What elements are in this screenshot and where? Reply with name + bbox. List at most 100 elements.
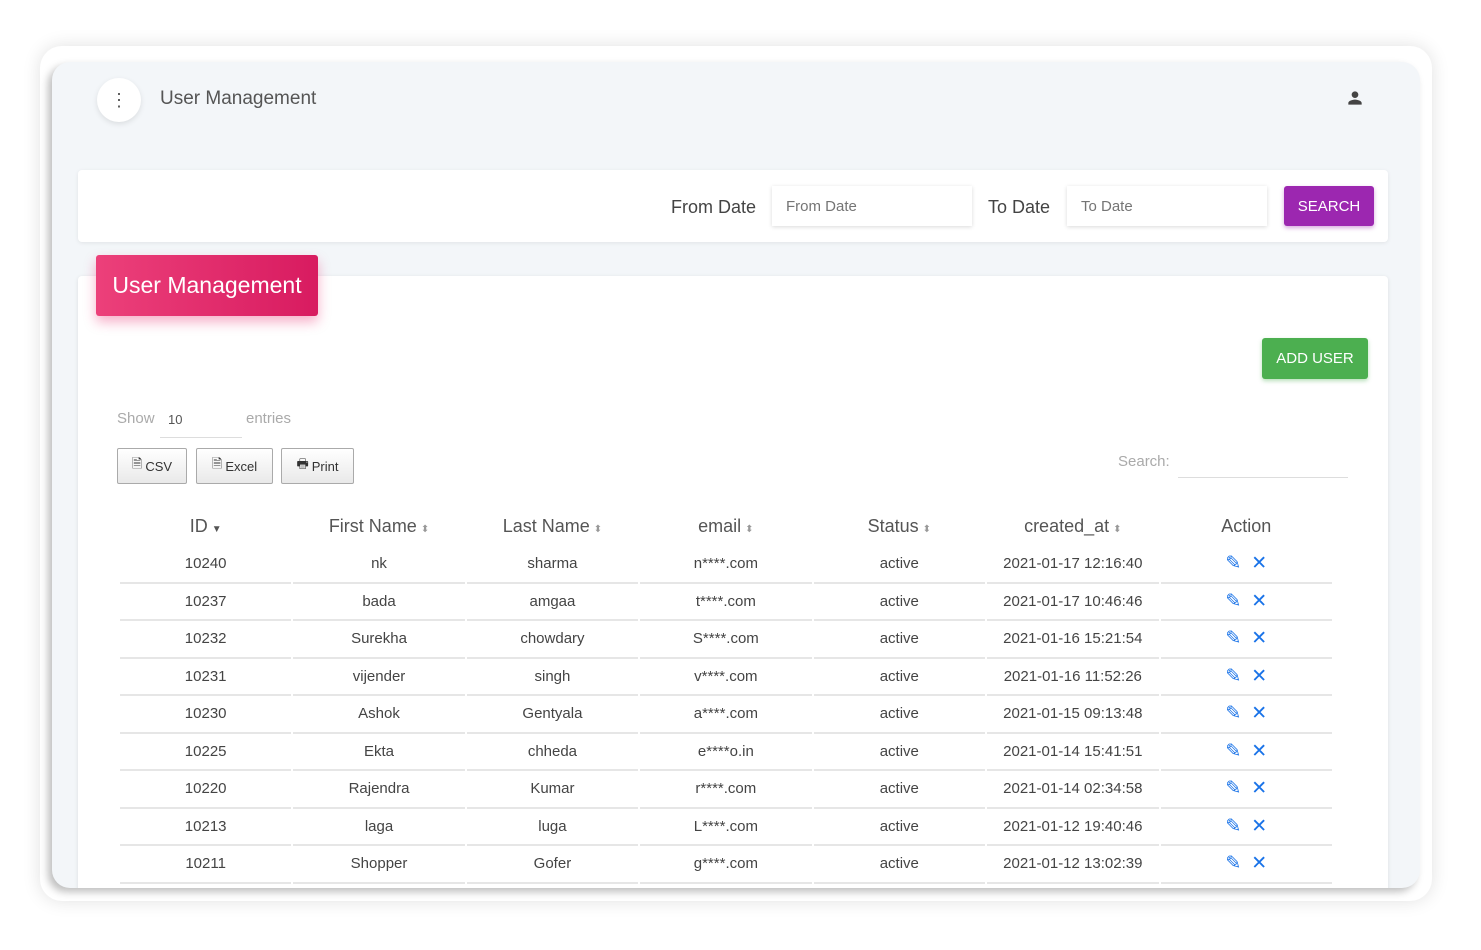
delete-x-icon[interactable]: ✕ bbox=[1251, 665, 1267, 688]
cell-status: active bbox=[813, 771, 985, 809]
search-label: Search: bbox=[1118, 453, 1170, 470]
delete-x-icon[interactable]: ✕ bbox=[1251, 852, 1267, 875]
cell-action: ✎ ✕ bbox=[1160, 696, 1332, 734]
edit-pencil-icon[interactable]: ✎ bbox=[1225, 665, 1241, 688]
excel-button[interactable]: 🗎 Excel bbox=[196, 448, 273, 484]
column-header-created-at[interactable]: created_at ⬍ bbox=[987, 506, 1159, 546]
from-date-label: From Date bbox=[671, 197, 757, 217]
table-search-input[interactable] bbox=[1178, 442, 1348, 478]
cell-last-name: amgaa bbox=[466, 584, 639, 621]
column-header-label: Last Name bbox=[502, 515, 590, 536]
cell-first-name: laga bbox=[293, 809, 465, 846]
cell-id: 10225 bbox=[120, 734, 292, 771]
csv-button[interactable]: 🗎 CSV bbox=[117, 448, 187, 484]
cell-status: active bbox=[813, 584, 985, 621]
column-header-id[interactable]: ID ▼ bbox=[120, 506, 291, 546]
card-title-badge: User Management bbox=[96, 255, 318, 316]
cell-created-at: 2021-01-14 15:41:51 bbox=[987, 734, 1159, 771]
cell-status: active bbox=[813, 734, 985, 771]
delete-x-icon[interactable]: ✕ bbox=[1251, 627, 1267, 650]
edit-pencil-icon[interactable]: ✎ bbox=[1225, 702, 1241, 725]
user-table-card: ADD USER Show 10 entries 🗎 CSV 🗎 Excel 🖶 Pr… bbox=[78, 276, 1388, 888]
edit-pencil-icon[interactable]: ✎ bbox=[1225, 590, 1241, 613]
column-header-label: created_at bbox=[1024, 515, 1110, 536]
cell-status: active bbox=[813, 659, 985, 696]
cell-first-name: Ekta bbox=[293, 734, 465, 771]
cell-last-name: sharma bbox=[466, 546, 639, 584]
cell-email: v****.com bbox=[640, 659, 812, 696]
column-header-status[interactable]: Status ⬍ bbox=[814, 506, 985, 546]
delete-x-icon[interactable]: ✕ bbox=[1251, 552, 1267, 575]
more-vert-icon[interactable]: ⋮ bbox=[97, 78, 141, 122]
cell-action: ✎ ✕ bbox=[1160, 584, 1332, 621]
cell-action: ✎ ✕ bbox=[1160, 846, 1332, 884]
sort-icon[interactable]: ⬍ bbox=[1113, 524, 1121, 535]
delete-x-icon[interactable]: ✕ bbox=[1251, 590, 1267, 613]
cell-created-at: 2021-01-17 10:46:46 bbox=[987, 584, 1159, 621]
print-button[interactable]: 🖶 Print bbox=[281, 448, 354, 484]
cell-action: ✎ ✕ bbox=[1160, 809, 1332, 846]
cell-id: 10240 bbox=[120, 546, 292, 584]
cell-created-at: 2021-01-12 19:40:46 bbox=[987, 809, 1159, 846]
cell-created-at: 2021-01-16 15:21:54 bbox=[987, 621, 1159, 659]
cell-created-at: 2021-01-17 12:16:40 bbox=[987, 546, 1159, 584]
cell-id: 10211 bbox=[120, 846, 292, 884]
entries-select[interactable]: 10 bbox=[160, 400, 242, 438]
cell-first-name: bada bbox=[293, 584, 465, 621]
file-csv-icon: 🗎 bbox=[131, 456, 143, 471]
cell-first-name: Rajendra bbox=[293, 771, 465, 809]
column-header-last-name[interactable]: Last Name ⬍ bbox=[467, 506, 638, 546]
to-date-input[interactable] bbox=[1067, 186, 1267, 226]
cell-last-name: Kumar bbox=[466, 771, 639, 809]
sort-icon[interactable]: ⬍ bbox=[923, 524, 931, 535]
cell-id: 10237 bbox=[120, 584, 292, 621]
search-button[interactable]: SEARCH bbox=[1284, 186, 1374, 226]
table-row: 10220 Rajendra Kumar r****.com active 2021-01… bbox=[120, 771, 1332, 809]
cell-email: L****.com bbox=[640, 809, 812, 846]
sort-icon[interactable]: ⬍ bbox=[421, 524, 429, 535]
edit-pencil-icon[interactable]: ✎ bbox=[1225, 815, 1241, 838]
column-header-first-name[interactable]: First Name ⬍ bbox=[293, 506, 464, 546]
sort-desc-icon[interactable]: ▼ bbox=[212, 524, 222, 535]
cell-last-name: chowdary bbox=[466, 621, 639, 659]
cell-status: active bbox=[813, 846, 985, 884]
add-user-button[interactable]: ADD USER bbox=[1262, 338, 1368, 379]
edit-pencil-icon[interactable]: ✎ bbox=[1225, 852, 1241, 875]
column-header-label: email bbox=[698, 515, 742, 536]
cell-id: 10220 bbox=[120, 771, 292, 809]
cell-action: ✎ ✕ bbox=[1160, 771, 1332, 809]
sort-icon[interactable]: ⬍ bbox=[594, 524, 602, 535]
edit-pencil-icon[interactable]: ✎ bbox=[1225, 627, 1241, 650]
cell-created-at: 2021-01-14 02:34:58 bbox=[987, 771, 1159, 809]
delete-x-icon[interactable]: ✕ bbox=[1251, 740, 1267, 763]
delete-x-icon[interactable]: ✕ bbox=[1251, 815, 1267, 838]
cell-action: ✎ ✕ bbox=[1160, 734, 1332, 771]
cell-email: e****o.in bbox=[640, 734, 812, 771]
column-header-label: Status bbox=[867, 515, 919, 536]
column-header-label: Action bbox=[1221, 515, 1272, 536]
excel-label: Excel bbox=[225, 458, 258, 474]
person-icon[interactable] bbox=[1345, 88, 1365, 108]
edit-pencil-icon[interactable]: ✎ bbox=[1225, 777, 1241, 800]
cell-last-name: luga bbox=[466, 809, 639, 846]
column-header-label: ID bbox=[189, 515, 208, 536]
table-row: 10231 vijender singh v****.com active 2021-01… bbox=[120, 659, 1332, 696]
show-label: Show bbox=[117, 410, 155, 427]
users-table: ID ▼ First Name ⬍ Last Name ⬍ email ⬍ Status ⬍ cre… bbox=[118, 506, 1334, 884]
cell-id: 10230 bbox=[120, 696, 292, 734]
cell-email: g****.com bbox=[640, 846, 812, 884]
column-header-email[interactable]: email ⬍ bbox=[640, 506, 811, 546]
cell-created-at: 2021-01-16 11:52:26 bbox=[987, 659, 1159, 696]
cell-id: 10232 bbox=[120, 621, 292, 659]
cell-id: 10231 bbox=[120, 659, 292, 696]
cell-status: active bbox=[813, 546, 985, 584]
delete-x-icon[interactable]: ✕ bbox=[1251, 777, 1267, 800]
delete-x-icon[interactable]: ✕ bbox=[1251, 702, 1267, 725]
sort-icon[interactable]: ⬍ bbox=[745, 524, 753, 535]
column-header-label: First Name bbox=[328, 515, 417, 536]
page-title: User Management bbox=[160, 88, 317, 109]
table-row: 10230 Ashok Gentyala a****.com active 2021-01… bbox=[120, 696, 1332, 734]
from-date-input[interactable] bbox=[772, 186, 972, 226]
edit-pencil-icon[interactable]: ✎ bbox=[1225, 740, 1241, 763]
edit-pencil-icon[interactable]: ✎ bbox=[1225, 552, 1241, 575]
